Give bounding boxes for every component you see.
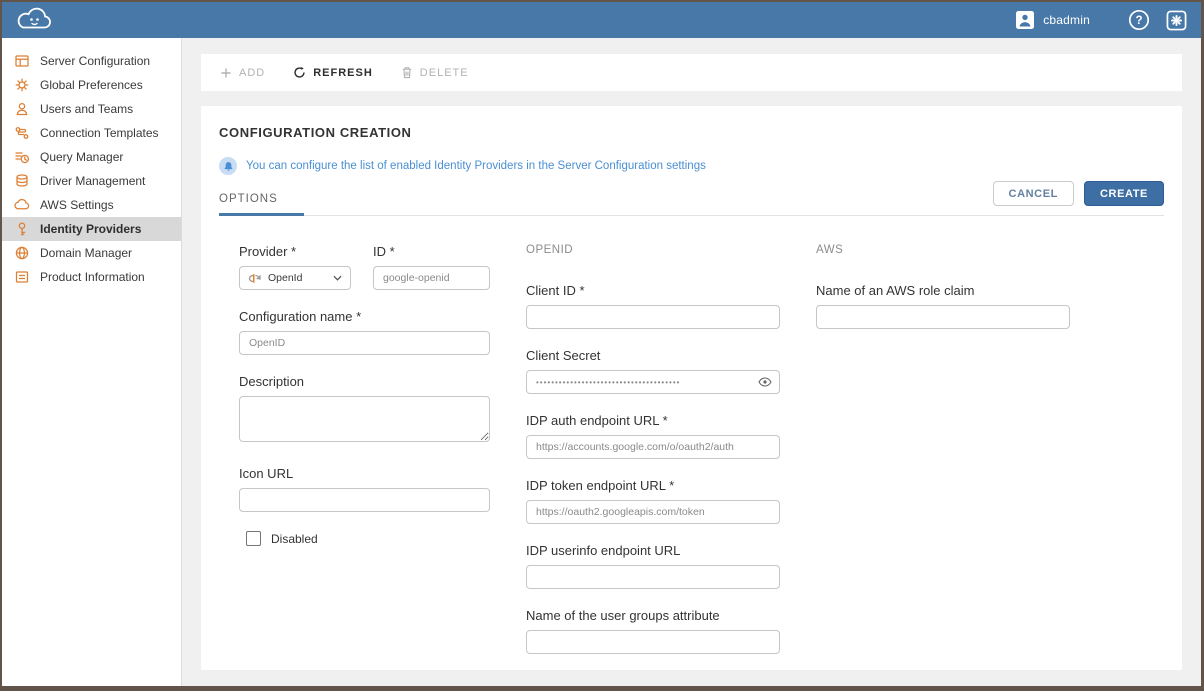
users-teams-person-icon [14, 101, 30, 117]
openid-column: OPENID Client ID * Client Secret [526, 244, 780, 670]
eye-icon[interactable] [758, 377, 772, 387]
client-id-input[interactable] [526, 305, 780, 329]
sidebar-item-driver-management[interactable]: Driver Management [2, 169, 181, 193]
connection-templates-flow-icon [14, 125, 30, 141]
help-question-icon[interactable]: ? [1128, 9, 1150, 31]
delete-action[interactable]: DELETE [401, 66, 469, 79]
general-column: Provider * OpenId [239, 244, 490, 670]
client-id-label: Client ID * [526, 283, 780, 298]
aws-role-claim-input[interactable] [816, 305, 1070, 329]
gear-square-icon[interactable] [1166, 10, 1187, 31]
sidebar-item-global-preferences[interactable]: Global Preferences [2, 73, 181, 97]
user-badge-icon [1015, 10, 1035, 30]
sidebar-item-connection-templates[interactable]: Connection Templates [2, 121, 181, 145]
bell-icon [219, 157, 237, 175]
sidebar-item-label: Identity Providers [40, 222, 141, 236]
tab-options[interactable]: OPTIONS [219, 183, 304, 216]
identity-providers-key-icon [14, 221, 30, 237]
sidebar-item-label: Server Configuration [40, 54, 150, 68]
disabled-label: Disabled [271, 532, 318, 546]
create-button[interactable]: CREATE [1084, 181, 1164, 206]
configuration-creation-panel: CONFIGURATION CREATION You can configure… [201, 106, 1182, 670]
refresh-icon [293, 66, 306, 79]
description-textarea[interactable] [239, 396, 490, 442]
info-message-row: You can configure the list of enabled Id… [219, 157, 1164, 175]
refresh-action[interactable]: REFRESH [293, 66, 373, 79]
query-manager-history-icon [14, 149, 30, 165]
action-label: REFRESH [313, 67, 373, 79]
sidebar-item-label: Query Manager [40, 150, 123, 164]
add-action[interactable]: ADD [220, 67, 265, 79]
idp-userinfo-endpoint-label: IDP userinfo endpoint URL [526, 543, 780, 558]
domain-manager-globe-icon [14, 245, 30, 261]
server-configuration-icon [14, 53, 30, 69]
configuration-name-input[interactable] [239, 331, 490, 355]
idp-token-endpoint-label: IDP token endpoint URL * [526, 478, 780, 493]
product-information-document-icon [14, 269, 30, 285]
cloudbeaver-cloud-logo [16, 6, 56, 34]
sidebar-item-label: Driver Management [40, 174, 145, 188]
idp-auth-endpoint-label: IDP auth endpoint URL * [526, 413, 780, 428]
dialog-buttons: CANCEL CREATE [993, 181, 1164, 206]
user-groups-attribute-input[interactable] [526, 630, 780, 654]
options-form: Provider * OpenId [219, 216, 1164, 670]
idp-token-endpoint-input[interactable] [526, 500, 780, 524]
icon-url-input[interactable] [239, 488, 490, 512]
configuration-name-label: Configuration name * [239, 309, 490, 324]
sidebar-item-label: Global Preferences [40, 78, 143, 92]
sidebar-item-product-information[interactable]: Product Information [2, 265, 181, 289]
user-groups-attribute-label: Name of the user groups attribute [526, 608, 780, 623]
provider-select[interactable]: OpenId [239, 266, 351, 290]
admin-sidebar: Server Configuration Global Preferences Us… [2, 38, 182, 686]
svg-text:?: ? [1135, 15, 1142, 27]
sidebar-item-server-configuration[interactable]: Server Configuration [2, 49, 181, 73]
tab-bar: OPTIONS CANCEL CREATE [219, 181, 1164, 216]
openid-section-title: OPENID [526, 244, 780, 256]
sidebar-item-query-manager[interactable]: Query Manager [2, 145, 181, 169]
aws-column: AWS Name of an AWS role claim [816, 244, 1070, 670]
actions-toolbar: ADD REFRESH DELETE [201, 54, 1182, 91]
trash-icon [401, 66, 413, 79]
sidebar-item-label: Domain Manager [40, 246, 132, 260]
id-label: ID * [373, 244, 490, 259]
sidebar-item-domain-manager[interactable]: Domain Manager [2, 241, 181, 265]
sidebar-item-label: Connection Templates [40, 126, 159, 140]
icon-url-label: Icon URL [239, 466, 490, 481]
client-secret-label: Client Secret [526, 348, 780, 363]
sidebar-item-aws-settings[interactable]: AWS Settings [2, 193, 181, 217]
provider-label: Provider * [239, 244, 351, 259]
driver-management-database-icon [14, 173, 30, 189]
sidebar-item-label: Users and Teams [40, 102, 133, 116]
cancel-button[interactable]: CANCEL [993, 181, 1074, 206]
openid-logo-icon [248, 272, 261, 285]
top-bar: cbadmin ? [2, 2, 1201, 38]
plus-icon [220, 67, 232, 79]
chevron-down-icon [333, 275, 342, 281]
aws-cloud-icon [14, 197, 30, 213]
info-message: You can configure the list of enabled Id… [246, 160, 706, 172]
idp-userinfo-endpoint-input[interactable] [526, 565, 780, 589]
user-menu[interactable]: cbadmin [1015, 10, 1090, 30]
aws-section-title: AWS [816, 244, 1070, 256]
client-secret-input[interactable] [526, 370, 780, 394]
disabled-checkbox-row[interactable]: Disabled [239, 531, 490, 546]
action-label: ADD [239, 67, 265, 79]
idp-auth-endpoint-input[interactable] [526, 435, 780, 459]
main-content: ADD REFRESH DELETE CONFIGURATION CREATION … [182, 38, 1201, 686]
sidebar-item-users-and-teams[interactable]: Users and Teams [2, 97, 181, 121]
sidebar-item-label: AWS Settings [40, 198, 114, 212]
id-input[interactable] [373, 266, 490, 290]
sidebar-item-identity-providers[interactable]: Identity Providers [2, 217, 181, 241]
sidebar-item-label: Product Information [40, 270, 145, 284]
description-label: Description [239, 374, 490, 389]
username: cbadmin [1043, 13, 1090, 27]
action-label: DELETE [420, 67, 469, 79]
panel-title: CONFIGURATION CREATION [219, 125, 1164, 140]
provider-value: OpenId [268, 272, 326, 284]
disabled-checkbox[interactable] [246, 531, 261, 546]
global-preferences-gear-icon [14, 77, 30, 93]
aws-role-claim-label: Name of an AWS role claim [816, 283, 1070, 298]
